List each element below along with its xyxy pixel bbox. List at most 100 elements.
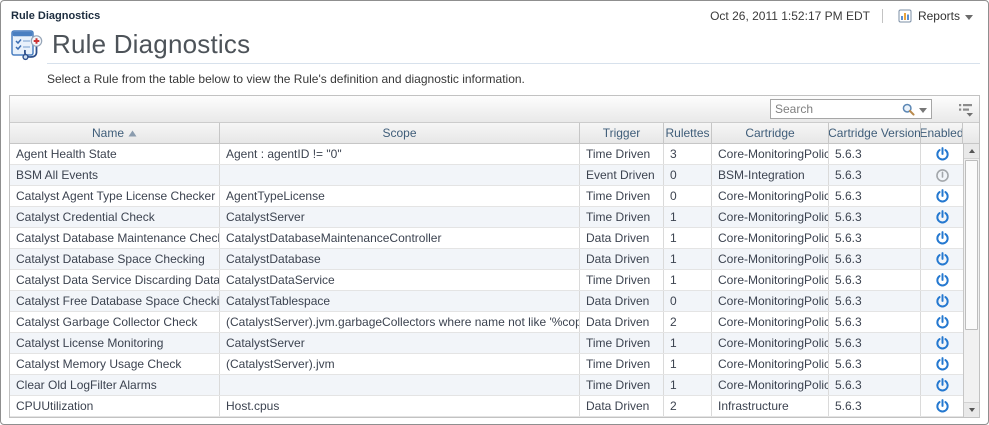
column-header-scope[interactable]: Scope xyxy=(220,123,580,143)
power-icon[interactable] xyxy=(935,294,950,309)
scroll-up-button[interactable] xyxy=(964,144,979,159)
table-row[interactable]: Agent Health State Agent : agentID != "0… xyxy=(10,144,963,165)
rule-cartridge-version-cell: 5.6.3 xyxy=(829,228,921,248)
rule-rulettes-cell: 1 xyxy=(664,333,712,353)
rule-name-cell: Catalyst Database Maintenance Check xyxy=(10,228,220,248)
rule-enabled-cell xyxy=(921,312,963,332)
rule-scope-cell: CatalystTablespace xyxy=(220,291,580,311)
rule-cartridge-version-cell: 5.6.3 xyxy=(829,333,921,353)
search-box xyxy=(770,99,932,119)
rule-rulettes-cell: 3 xyxy=(664,144,712,164)
power-icon[interactable] xyxy=(935,189,950,204)
page-subtitle: Select a Rule from the table below to vi… xyxy=(47,72,978,86)
rule-trigger-cell: Event Driven xyxy=(580,165,664,185)
title-underline xyxy=(47,63,980,64)
power-disabled-icon[interactable] xyxy=(935,168,950,183)
column-header-label: Name xyxy=(92,126,124,140)
table-row[interactable]: Catalyst Agent Type License Checker Agen… xyxy=(10,186,963,207)
column-header-cartridge[interactable]: Cartridge xyxy=(712,123,829,143)
table-row[interactable]: Catalyst Database Maintenance Check Cata… xyxy=(10,228,963,249)
column-header-enabled[interactable]: Enabled xyxy=(921,123,963,143)
rule-cartridge-cell: Core-MonitoringPolicy xyxy=(712,375,829,395)
rule-trigger-cell: Time Driven xyxy=(580,144,664,164)
table-customizer-icon xyxy=(958,102,974,117)
rule-name-cell: Catalyst Garbage Collector Check xyxy=(10,312,220,332)
scrollbar-track[interactable] xyxy=(964,159,979,402)
rule-cartridge-cell: Core-MonitoringPolicy xyxy=(712,249,829,269)
table-customizer-button[interactable] xyxy=(958,102,974,117)
rule-cartridge-cell: Core-MonitoringPolicy xyxy=(712,270,829,290)
search-input[interactable] xyxy=(771,101,897,117)
power-icon[interactable] xyxy=(935,231,950,246)
sort-asc-icon xyxy=(128,130,137,137)
chevron-down-icon xyxy=(919,108,927,113)
rule-enabled-cell xyxy=(921,270,963,290)
table-row[interactable]: Catalyst Free Database Space Checking Ca… xyxy=(10,291,963,312)
rule-scope-cell: CatalystDatabase xyxy=(220,249,580,269)
column-header-name[interactable]: Name xyxy=(10,123,220,143)
table-row[interactable]: BSM All Events Event Driven 0 BSM-Integr… xyxy=(10,165,963,186)
rule-cartridge-version-cell: 5.6.3 xyxy=(829,207,921,227)
rule-scope-cell: AgentTypeLicense xyxy=(220,186,580,206)
column-header-cartridge-version[interactable]: Cartridge Version xyxy=(829,123,921,143)
table-row[interactable]: Catalyst Memory Usage Check (CatalystSer… xyxy=(10,354,963,375)
rule-rulettes-cell: 1 xyxy=(664,375,712,395)
rule-scope-cell: CatalystDataService xyxy=(220,270,580,290)
rule-enabled-cell xyxy=(921,249,963,269)
rule-enabled-cell xyxy=(921,291,963,311)
power-icon[interactable] xyxy=(935,378,950,393)
rule-trigger-cell: Data Driven xyxy=(580,228,664,248)
table-row[interactable]: Catalyst License Monitoring CatalystServ… xyxy=(10,333,963,354)
column-header-rulettes[interactable]: Rulettes xyxy=(664,123,712,143)
breadcrumb[interactable]: Rule Diagnostics xyxy=(11,10,100,22)
rule-name-cell: Clear Old LogFilter Alarms xyxy=(10,375,220,395)
column-header-trigger[interactable]: Trigger xyxy=(580,123,664,143)
table-row[interactable]: Catalyst Data Service Discarding Data Ca… xyxy=(10,270,963,291)
table-row[interactable]: Clear Old LogFilter Alarms Time Driven 1… xyxy=(10,375,963,396)
column-header-label: Rulettes xyxy=(665,126,709,140)
search-dropdown-button[interactable] xyxy=(897,102,931,117)
power-icon[interactable] xyxy=(935,399,950,414)
rule-cartridge-version-cell: 5.6.3 xyxy=(829,144,921,164)
rule-enabled-cell xyxy=(921,186,963,206)
rule-cartridge-cell: Infrastructure xyxy=(712,396,829,416)
rule-trigger-cell: Time Driven xyxy=(580,207,664,227)
triangle-up-icon xyxy=(969,149,975,153)
power-icon[interactable] xyxy=(935,273,950,288)
rules-table-panel: Name Scope Trigger Rulettes Cartridge Ca… xyxy=(9,95,980,418)
power-icon[interactable] xyxy=(935,336,950,351)
power-icon[interactable] xyxy=(935,315,950,330)
rule-diagnostics-window: Rule Diagnostics Oct 26, 2011 1:52:17 PM… xyxy=(0,0,989,425)
table-row[interactable]: Catalyst Credential Check CatalystServer… xyxy=(10,207,963,228)
power-icon[interactable] xyxy=(935,252,950,267)
scroll-down-button[interactable] xyxy=(964,402,979,417)
rule-trigger-cell: Time Driven xyxy=(580,354,664,374)
rule-cartridge-cell: Core-MonitoringPolicy xyxy=(712,333,829,353)
table-row[interactable]: Catalyst Database Space Checking Catalys… xyxy=(10,249,963,270)
current-timestamp: Oct 26, 2011 1:52:17 PM EDT xyxy=(710,9,870,23)
column-header-label: Enabled xyxy=(921,126,963,140)
table-row[interactable]: Catalyst Garbage Collector Check (Cataly… xyxy=(10,312,963,333)
rule-cartridge-version-cell: 5.6.3 xyxy=(829,312,921,332)
top-bar-right: Oct 26, 2011 1:52:17 PM EDT Reports xyxy=(710,8,976,24)
rule-diagnostics-icon xyxy=(10,28,43,61)
rule-cartridge-cell: Core-MonitoringPolicy xyxy=(712,186,829,206)
table-row[interactable]: CPUUtilization Host.cpus Data Driven 2 I… xyxy=(10,396,963,417)
rule-scope-cell: Agent : agentID != "0" xyxy=(220,144,580,164)
rule-rulettes-cell: 1 xyxy=(664,249,712,269)
rule-rulettes-cell: 0 xyxy=(664,165,712,185)
rule-trigger-cell: Data Driven xyxy=(580,249,664,269)
power-icon[interactable] xyxy=(935,210,950,225)
rule-trigger-cell: Time Driven xyxy=(580,333,664,353)
rule-cartridge-cell: Core-MonitoringPolicy xyxy=(712,228,829,248)
rule-trigger-cell: Data Driven xyxy=(580,312,664,332)
power-icon[interactable] xyxy=(935,147,950,162)
rule-rulettes-cell: 2 xyxy=(664,312,712,332)
vertical-scrollbar[interactable] xyxy=(963,144,979,417)
scrollbar-thumb[interactable] xyxy=(965,160,978,330)
reports-button[interactable]: Reports xyxy=(895,8,976,24)
power-icon[interactable] xyxy=(935,357,950,372)
column-header-filler xyxy=(963,123,979,143)
top-bar: Rule Diagnostics Oct 26, 2011 1:52:17 PM… xyxy=(1,1,988,24)
rule-rulettes-cell: 1 xyxy=(664,270,712,290)
